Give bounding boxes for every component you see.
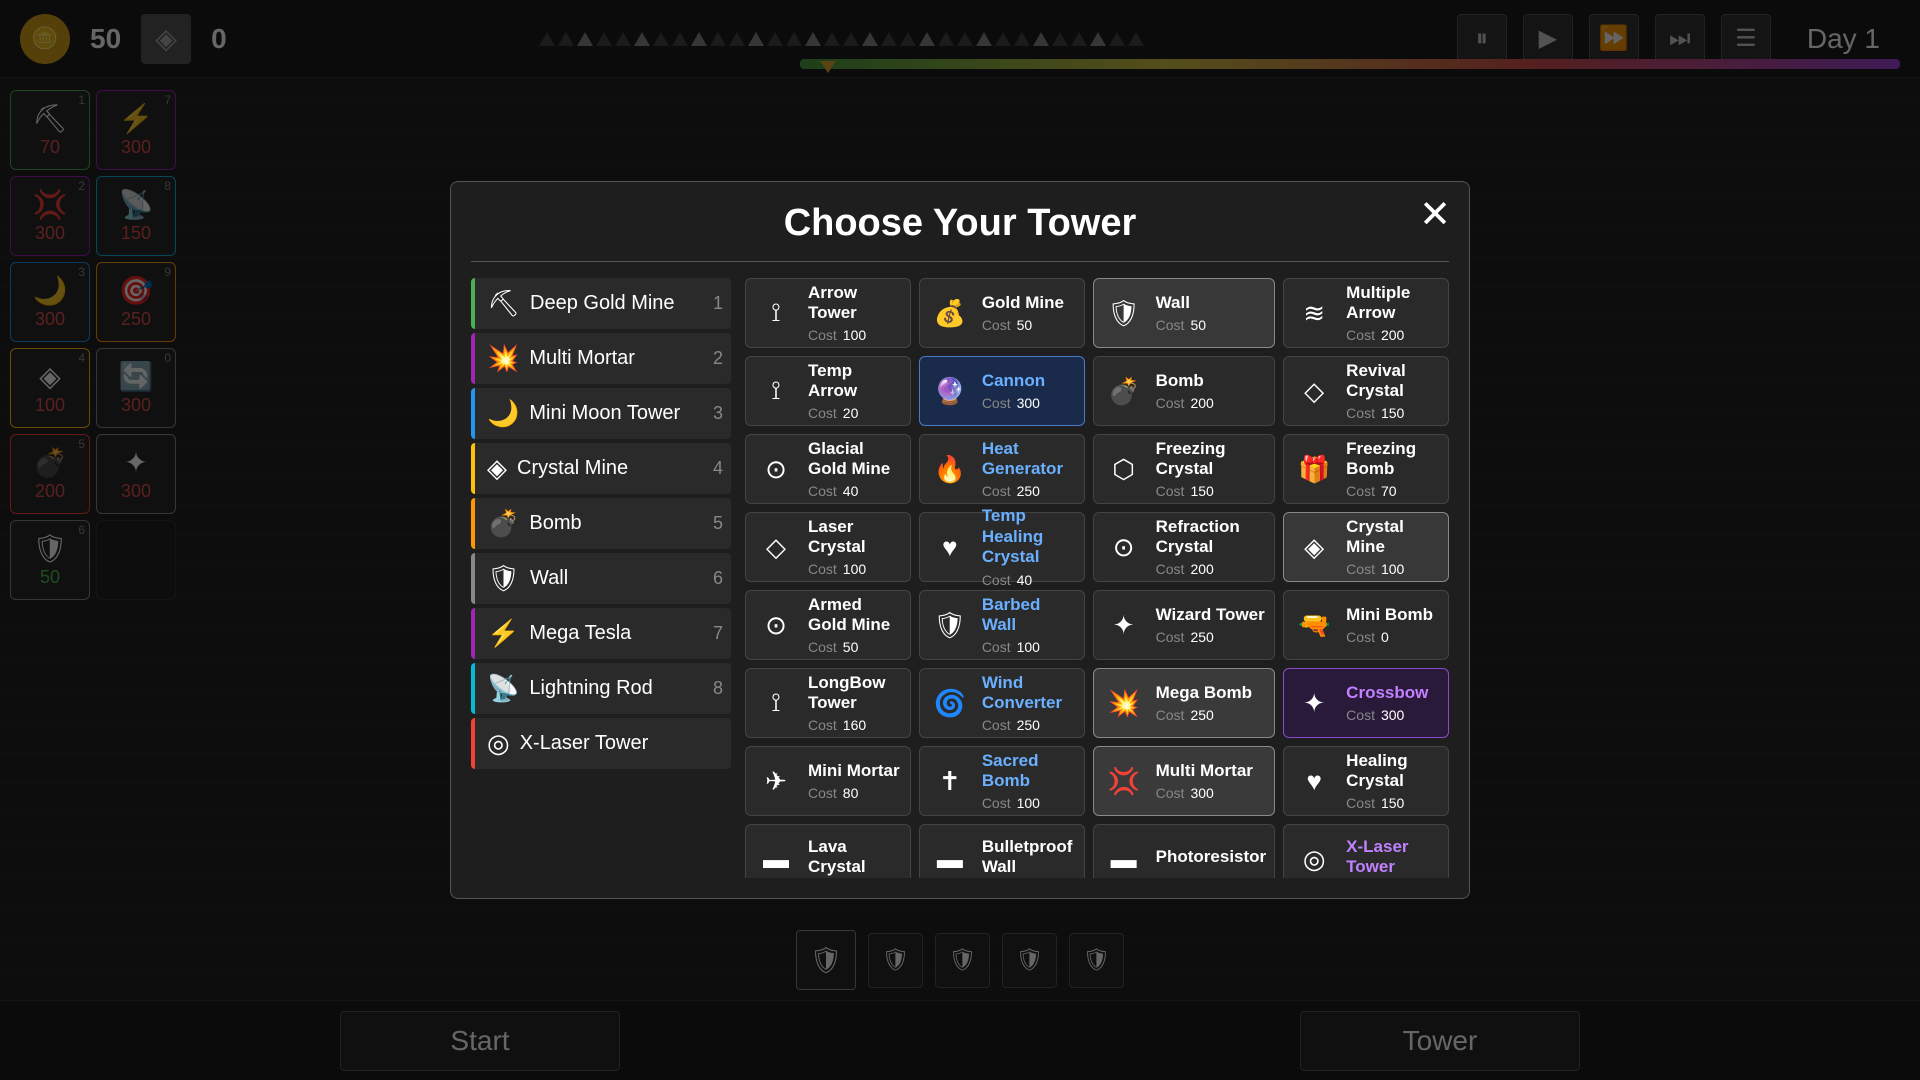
tower-card-temp-healing-crystal[interactable]: ♥ Temp Healing Crystal Cost40	[919, 512, 1085, 582]
tower-card-glacial-gold-mine[interactable]: ⊙ Glacial Gold Mine Cost40	[745, 434, 911, 504]
tower-card-mini-bomb[interactable]: 🔫 Mini Bomb Cost0	[1283, 590, 1449, 660]
modal-divider	[471, 261, 1449, 262]
modal-close-button[interactable]: ✕	[1419, 196, 1451, 234]
tower-list-item-7[interactable]: ⚡ Mega Tesla 7	[471, 608, 731, 659]
tower-card-freezing-bomb[interactable]: 🎁 Freezing Bomb Cost70	[1283, 434, 1449, 504]
tower-card-armed-gold-mine[interactable]: ⊙ Armed Gold Mine Cost50	[745, 590, 911, 660]
tower-list-item-3[interactable]: 🌙 Mini Moon Tower 3	[471, 388, 731, 439]
tower-card-healing-crystal[interactable]: ♥ Healing Crystal Cost150	[1283, 746, 1449, 816]
tower-card-bulletproof-wall[interactable]: ▬ Bulletproof Wall	[919, 824, 1085, 878]
tower-list-item-2[interactable]: 💥 Multi Mortar 2	[471, 333, 731, 384]
tower-card-temp-arrow[interactable]: ⟟ Temp Arrow Cost20	[745, 356, 911, 426]
tower-card-mini-mortar[interactable]: ✈ Mini Mortar Cost80	[745, 746, 911, 816]
tower-card-wall[interactable]: 🛡 Wall Cost50	[1093, 278, 1276, 348]
tower-card-bomb[interactable]: 💣 Bomb Cost200	[1093, 356, 1276, 426]
tower-card-barbed-wall[interactable]: 🛡 Barbed Wall Cost100	[919, 590, 1085, 660]
tower-card-heat-generator[interactable]: 🔥 Heat Generator Cost250	[919, 434, 1085, 504]
modal-overlay: Choose Your Tower ✕ ⛏ Deep Gold Mine 1 💥…	[0, 0, 1920, 1080]
tower-list-item-4[interactable]: ◈ Crystal Mine 4	[471, 443, 731, 494]
tower-list-item-9[interactable]: ◎ X-Laser Tower	[471, 718, 731, 769]
tower-card-crystal-mine[interactable]: ◈ Crystal Mine Cost100	[1283, 512, 1449, 582]
tower-card-crossbow[interactable]: ✦ Crossbow Cost300	[1283, 668, 1449, 738]
tower-card-cannon[interactable]: 🔮 Cannon Cost300	[919, 356, 1085, 426]
tower-list-item-8[interactable]: 📡 Lightning Rod 8	[471, 663, 731, 714]
tower-card-lava-crystal[interactable]: ▬ Lava Crystal	[745, 824, 911, 878]
tower-list: ⛏ Deep Gold Mine 1 💥 Multi Mortar 2 🌙 Mi…	[471, 278, 731, 878]
tower-card-longbow-tower[interactable]: ⟟ LongBow Tower Cost160	[745, 668, 911, 738]
tower-card-x-laser-tower[interactable]: ◎ X-Laser Tower	[1283, 824, 1449, 878]
tower-card-refraction-crystal[interactable]: ⊙ Refraction Crystal Cost200	[1093, 512, 1276, 582]
tower-list-item-1[interactable]: ⛏ Deep Gold Mine 1	[471, 278, 731, 329]
tower-card-mega-bomb[interactable]: 💥 Mega Bomb Cost250	[1093, 668, 1276, 738]
tower-card-arrow-tower[interactable]: ⟟ Arrow Tower Cost100	[745, 278, 911, 348]
tower-card-freezing-crystal[interactable]: ⬡ Freezing Crystal Cost150	[1093, 434, 1276, 504]
modal-body: ⛏ Deep Gold Mine 1 💥 Multi Mortar 2 🌙 Mi…	[471, 278, 1449, 878]
tower-card-multi-mortar[interactable]: 💢 Multi Mortar Cost300	[1093, 746, 1276, 816]
choose-tower-modal: Choose Your Tower ✕ ⛏ Deep Gold Mine 1 💥…	[450, 181, 1470, 899]
tower-list-item-5[interactable]: 💣 Bomb 5	[471, 498, 731, 549]
tower-card-multiple-arrow[interactable]: ≋ Multiple Arrow Cost200	[1283, 278, 1449, 348]
tower-list-item-6[interactable]: 🛡 Wall 6	[471, 553, 731, 604]
tower-card-revival-crystal[interactable]: ◇ Revival Crystal Cost150	[1283, 356, 1449, 426]
tower-card-gold-mine[interactable]: 💰 Gold Mine Cost50	[919, 278, 1085, 348]
tower-card-laser-crystal[interactable]: ◇ Laser Crystal Cost100	[745, 512, 911, 582]
tower-card-sacred-bomb[interactable]: ✝ Sacred Bomb Cost100	[919, 746, 1085, 816]
tower-card-photoresistor[interactable]: ▬ Photoresistor	[1093, 824, 1276, 878]
tower-grid: ⟟ Arrow Tower Cost100 💰 Gold Mine Cost50…	[745, 278, 1449, 878]
tower-card-wizard-tower[interactable]: ✦ Wizard Tower Cost250	[1093, 590, 1276, 660]
modal-title: Choose Your Tower	[471, 202, 1449, 245]
tower-card-wind-converter[interactable]: 🌀 Wind Converter Cost250	[919, 668, 1085, 738]
